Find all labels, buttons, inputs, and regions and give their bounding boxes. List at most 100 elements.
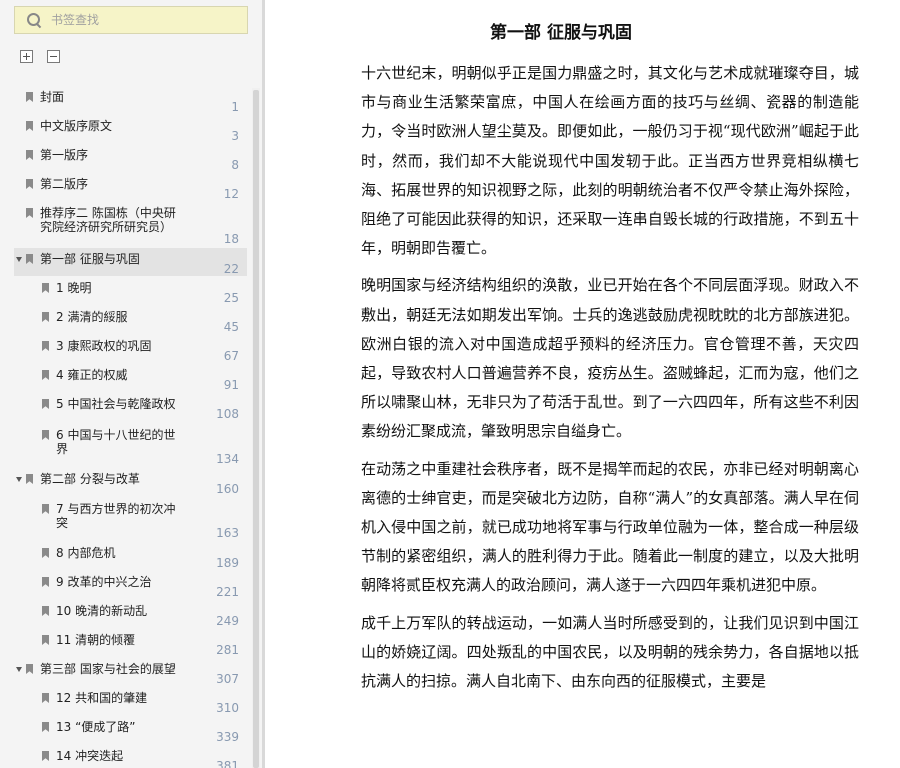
search-icon [27,13,42,29]
document-page: 第一部 征服与巩固 十六世纪末，明朝似乎正是国力鼎盛之时，其文化与艺术成就璀璨夺… [265,0,900,768]
bookmark-icon [42,504,49,514]
toc-item[interactable]: 第一部 征服与巩固 22 [14,248,247,276]
bookmark-icon [42,430,49,440]
toc-item-label: 7 与西方世界的初次冲 [56,502,176,516]
toc-item[interactable]: 5 中国社会与乾隆政权 108 [14,393,247,421]
toc-item-page-number: 221 [216,585,239,599]
expand-all-icon[interactable] [20,50,33,63]
bookmark-search-input[interactable] [51,9,231,31]
toc-item-label: 第二部 分裂与改革 [40,472,140,486]
toc-item-page-number: 18 [223,232,239,246]
bookmark-search-box[interactable] [14,6,248,34]
toc-item-page-number: 25 [223,291,239,305]
toc-item-label: 2 满清的綏服 [56,310,128,324]
toc-item[interactable]: 推荐序二 陈国栋（中央研 究院经济研究所研究员） 18 [14,202,247,248]
toc-item-label: 6 中国与十八世纪的世 [56,428,176,442]
toc-item-label: 11 清朝的倾覆 [56,633,136,647]
bookmark-icon [26,92,33,102]
toc-item-page-number: 67 [223,349,239,363]
toc-item-page-number: 163 [216,526,239,540]
toc-item-page-number: 249 [216,614,239,628]
toc-item[interactable]: 第二版序 12 [14,173,247,201]
toc-item-label: 8 内部危机 [56,546,116,560]
bookmark-icon [26,208,33,218]
expand-arrow-icon[interactable] [16,667,22,672]
toc-item[interactable]: 11 清朝的倾覆 281 [14,629,247,657]
toc-item-page-number: 339 [216,730,239,744]
bookmark-icon [42,577,49,587]
toc-item[interactable]: 第三部 国家与社会的展望 307 [14,658,247,686]
toc-item-label: 第二版序 [40,177,89,191]
toc-item-label: 第一部 征服与巩固 [40,252,140,266]
toc-item-label-continued: 究院经济研究所研究员） [40,220,173,234]
toc-item-page-number: 45 [223,320,239,334]
toc-item-label-continued: 界 [56,442,69,456]
body-paragraph: 十六世纪末，明朝似乎正是国力鼎盛之时，其文化与艺术成就璀璨夺目，城市与商业生活繁… [361,64,859,258]
toc-item-label: 封面 [40,90,65,104]
toc-item-page-number: 22 [223,262,239,276]
toc-item-page-number: 134 [216,452,239,466]
toc-item[interactable]: 10 晚清的新动乱 249 [14,600,247,628]
toc-item-page-number: 189 [216,556,239,570]
bookmark-sidebar: 封面1中文版序原文3第一版序8第二版序12推荐序二 陈国栋（中央研究院经济研究所… [0,0,262,768]
reader-app: 封面1中文版序原文3第一版序8第二版序12推荐序二 陈国栋（中央研究院经济研究所… [0,0,900,768]
bookmark-icon [42,606,49,616]
toc-item-page-number: 307 [216,672,239,686]
toc-item-label: 第一版序 [40,148,89,162]
bookmark-icon [26,179,33,189]
toc-item-page-number: 3 [231,129,239,143]
toc-item-label: 3 康熙政权的巩固 [56,339,152,353]
body-paragraph: 成千上万军队的转战运动，一如满人当时所感受到的，让我们见识到中国江山的娇娆辽阔。… [361,613,859,691]
toc-item[interactable]: 中文版序原文 3 [14,115,247,143]
bookmark-icon [26,121,33,131]
toc-item-page-number: 310 [216,701,239,715]
toc-item[interactable]: 6 中国与十八世纪的世界 134 [14,424,247,468]
sidebar-scrollbar-thumb[interactable] [253,90,259,768]
bookmark-toolbar [20,50,60,63]
bookmark-icon [42,693,49,703]
toc-item[interactable]: 12 共和国的肇建 310 [14,687,247,715]
bookmark-icon [42,751,49,761]
toc-item[interactable]: 封面 1 [14,86,247,114]
chapter-body: 十六世纪末，明朝似乎正是国力鼎盛之时，其文化与艺术成就璀璨夺目，城市与商业生活繁… [361,59,859,704]
toc-item-label: 1 晚明 [56,281,92,295]
toc-item[interactable]: 2 满清的綏服 45 [14,306,247,334]
toc-item[interactable]: 4 雍正的权威 91 [14,364,247,392]
bookmark-icon [26,474,33,484]
toc-item[interactable]: 第二部 分裂与改革 160 [14,468,247,496]
toc-item[interactable]: 7 与西方世界的初次冲突 163 [14,498,247,542]
toc-item-page-number: 1 [231,100,239,114]
toc-item[interactable]: 14 冲突迭起 381 [14,745,247,768]
toc-item-label: 中文版序原文 [40,119,113,133]
body-paragraph: 在动荡之中重建社会秩序者，既不是揭竿而起的农民，亦非已经对明朝离心离德的士绅官吏… [361,459,859,595]
toc-item-label-continued: 突 [56,516,69,530]
bookmark-icon [26,150,33,160]
toc-item-page-number: 12 [223,187,239,201]
body-paragraph: 晚明国家与经济结构组织的涣散，业已开始在各个不同层面浮现。财政入不敷出，朝廷无法… [361,276,859,441]
toc-item[interactable]: 13 “便成了路” 339 [14,716,247,744]
toc-item[interactable]: 1 晚明 25 [14,277,247,305]
toc-item-page-number: 8 [231,158,239,172]
toc-item[interactable]: 9 改革的中兴之治 221 [14,571,247,599]
toc-item-label: 第三部 国家与社会的展望 [40,662,176,676]
bookmark-icon [42,312,49,322]
bookmark-icon [42,341,49,351]
toc-item-page-number: 108 [216,407,239,421]
toc-item-label: 13 “便成了路” [56,720,136,734]
chapter-title: 第一部 征服与巩固 [490,23,632,43]
bookmark-icon [42,722,49,732]
expand-arrow-icon[interactable] [16,477,22,482]
toc-item[interactable]: 8 内部危机 189 [14,542,247,570]
expand-arrow-icon[interactable] [16,257,22,262]
bookmark-icon [42,399,49,409]
toc-item[interactable]: 第一版序 8 [14,144,247,172]
bookmark-icon [26,254,33,264]
bookmark-icon [42,370,49,380]
collapse-all-icon[interactable] [47,50,60,63]
toc-item[interactable]: 3 康熙政权的巩固 67 [14,335,247,363]
toc-item-page-number: 281 [216,643,239,657]
toc-item-label: 12 共和国的肇建 [56,691,148,705]
bookmark-icon [42,548,49,558]
bookmark-icon [42,635,49,645]
toc-item-label: 9 改革的中兴之治 [56,575,152,589]
